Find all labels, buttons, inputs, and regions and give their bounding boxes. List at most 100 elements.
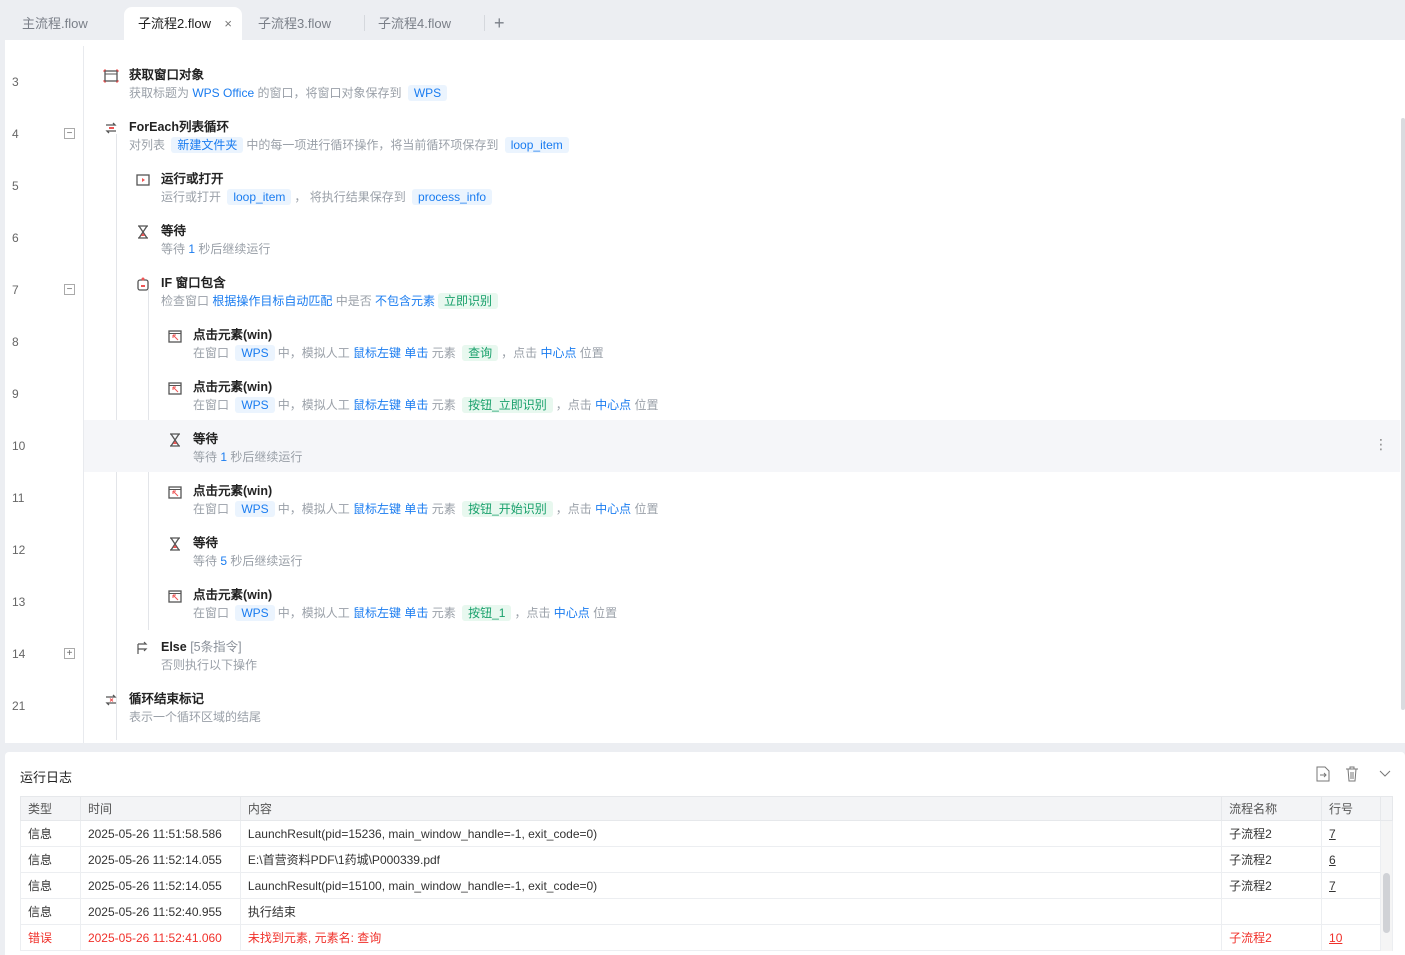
desc-text: ，点击 <box>555 502 596 516</box>
desc-text: 中是否 <box>332 294 376 308</box>
log-content: 执行结束 <box>239 898 1223 925</box>
log-row[interactable]: 信息 2025-05-26 11:51:58.586 LaunchResult(pi… <box>20 820 1394 847</box>
collapse-button[interactable]: − <box>64 284 75 295</box>
desc-text: 秒后继续运行 <box>227 554 303 568</box>
param-tag[interactable]: WPS <box>235 345 275 361</box>
log-time: 2025-05-26 11:52:14.055 <box>79 872 241 899</box>
flow-step[interactable]: 等待 等待 1 秒后继续运行 <box>84 212 1400 264</box>
collapse-button[interactable]: − <box>64 128 75 139</box>
desc-text: 中的每一项进行循环操作，将当前循环项保存到 <box>246 138 502 152</box>
param-link[interactable]: 单击 <box>404 606 428 620</box>
tab-bar: 主流程.flow 子流程2.flow × 子流程3.flow 子流程4.flow … <box>0 0 1405 40</box>
loop-end-icon <box>103 692 119 708</box>
desc-text: ， 将执行结果保存到 <box>294 190 410 204</box>
param-link[interactable]: 中心点 <box>595 502 631 516</box>
param-tag[interactable]: process_info <box>412 189 493 205</box>
line-number: 11 <box>12 491 25 505</box>
param-tag[interactable]: WPS <box>235 397 275 413</box>
expand-button[interactable]: + <box>64 648 75 659</box>
add-tab-button[interactable]: + <box>486 7 516 40</box>
param-tag[interactable]: loop_item <box>504 137 569 153</box>
param-link[interactable]: 单击 <box>404 346 428 360</box>
param-tag[interactable]: WPS <box>235 605 275 621</box>
flow-step[interactable]: Else [5条指令] 否则执行以下操作 <box>84 628 1400 680</box>
run-log-panel: 运行日志 类型 时间 内容 流程名称 行号 信息 2025-05-26 11:51… <box>5 752 1405 955</box>
flow-step[interactable]: 循环结束标记 表示一个循环区域的结尾 <box>84 680 1400 732</box>
flow-step[interactable]: 运行或打开 运行或打开 loop_item， 将执行结果保存到 process_i… <box>84 160 1400 212</box>
log-row[interactable]: 信息 2025-05-26 11:52:14.055 LaunchResult(pi… <box>20 872 1394 899</box>
flow-step[interactable]: IF 窗口包含 检查窗口 根据操作目标自动匹配 中是否 不包含元素 立即识别 <box>84 264 1400 316</box>
log-time: 2025-05-26 11:52:41.060 <box>79 924 241 951</box>
step-title: 点击元素(win) <box>193 588 273 602</box>
run-icon <box>135 172 151 188</box>
param-tagg[interactable]: 按钮_开始识别 <box>462 501 553 517</box>
param-link[interactable]: 根据操作目标自动匹配 <box>212 294 332 308</box>
step-title: 等待 <box>193 536 219 550</box>
log-type: 信息 <box>20 898 81 925</box>
flow-step[interactable]: 点击元素(win) 在窗口 WPS 中，模拟人工 鼠标左键 单击 元素 查询 ，点击 … <box>84 316 1400 368</box>
param-tagg[interactable]: 按钮_1 <box>462 605 512 621</box>
trash-icon[interactable] <box>1345 766 1359 785</box>
log-row[interactable]: 信息 2025-05-26 11:52:14.055 E:\首营资料PDF\1药城\… <box>20 846 1394 873</box>
param-link[interactable]: WPS Office <box>192 86 254 100</box>
log-content: LaunchResult(pid=15236, main_window_hand… <box>239 820 1223 847</box>
param-tagg[interactable]: 立即识别 <box>438 293 499 309</box>
param-tag[interactable]: WPS <box>407 85 448 101</box>
param-tag[interactable]: loop_item <box>227 189 292 205</box>
log-line-link[interactable] <box>1321 898 1381 925</box>
hourglass-icon <box>135 224 151 240</box>
editor-scrollbar[interactable] <box>1401 118 1405 710</box>
log-scrollbar[interactable] <box>1381 821 1392 951</box>
export-icon[interactable] <box>1316 766 1330 785</box>
line-number: 7 <box>12 283 19 297</box>
more-icon[interactable]: ⋮ <box>1374 436 1388 453</box>
flow-step[interactable]: ForEach列表循环 对列表 新建文件夹 中的每一项进行循环操作，将当前循环项保存… <box>84 108 1400 160</box>
step-description: 在窗口 WPS 中，模拟人工 鼠标左键 单击 元素 按钮_1 ，点击 中心点 位置 <box>193 604 617 621</box>
tab-subflow4[interactable]: 子流程4.flow <box>364 7 482 40</box>
param-link[interactable]: 单击 <box>404 502 428 516</box>
log-type: 信息 <box>20 820 81 847</box>
param-tagg[interactable]: 按钮_立即识别 <box>462 397 553 413</box>
log-row[interactable]: 错误 2025-05-26 11:52:41.060 未找到元素, 元素名: 查询子… <box>20 924 1394 951</box>
chevron-down-icon[interactable] <box>1378 766 1392 783</box>
tab-divider <box>484 15 485 31</box>
param-link[interactable]: 单击 <box>404 398 428 412</box>
flow-step[interactable]: 等待 等待 1 秒后继续运行 ⋮ <box>84 420 1400 472</box>
step-title: 点击元素(win) <box>193 484 273 498</box>
line-number: 8 <box>12 335 19 349</box>
param-link[interactable]: 中心点 <box>554 606 590 620</box>
flow-step[interactable]: 获取窗口对象 获取标题为 WPS Office 的窗口，将窗口对象保存到 WPS <box>84 56 1400 108</box>
log-row[interactable]: 信息 2025-05-26 11:52:40.955 执行结束 <box>20 898 1394 925</box>
flow-step[interactable]: 点击元素(win) 在窗口 WPS 中，模拟人工 鼠标左键 单击 元素 按钮_立即识… <box>84 368 1400 420</box>
param-link[interactable]: 中心点 <box>595 398 631 412</box>
step-description: 在窗口 WPS 中，模拟人工 鼠标左键 单击 元素 按钮_开始识别 ，点击 中心点 … <box>193 500 658 517</box>
param-link[interactable]: 中心点 <box>540 346 576 360</box>
tab-main-flow[interactable]: 主流程.flow <box>2 7 120 40</box>
log-scroll-thumb[interactable] <box>1383 873 1390 933</box>
param-tagg[interactable]: 查询 <box>462 345 499 361</box>
param-link[interactable]: 鼠标左键 <box>353 502 401 516</box>
log-line-link[interactable]: 6 <box>1321 846 1381 873</box>
if-window-icon <box>135 276 151 292</box>
param-link[interactable]: 不包含元素 <box>375 294 435 308</box>
tab-subflow2[interactable]: 子流程2.flow × <box>124 7 242 40</box>
desc-text: 元素 <box>428 398 460 412</box>
hourglass-icon <box>167 536 183 552</box>
log-line-link[interactable]: 7 <box>1321 872 1381 899</box>
close-icon[interactable]: × <box>224 7 232 40</box>
step-description: 等待 1 秒后继续运行 <box>161 240 270 257</box>
param-tag[interactable]: WPS <box>235 501 275 517</box>
tab-subflow3[interactable]: 子流程3.flow <box>244 7 362 40</box>
else-branch-icon <box>135 640 151 656</box>
flow-step[interactable]: 等待 等待 5 秒后继续运行 <box>84 524 1400 576</box>
log-content: LaunchResult(pid=15100, main_window_hand… <box>239 872 1223 899</box>
log-line-link[interactable]: 10 <box>1321 924 1381 951</box>
param-tag[interactable]: 新建文件夹 <box>171 137 244 153</box>
flow-step[interactable]: 点击元素(win) 在窗口 WPS 中，模拟人工 鼠标左键 单击 元素 按钮_1 ，点… <box>84 576 1400 628</box>
param-link[interactable]: 鼠标左键 <box>353 606 401 620</box>
col-flow: 流程名称 <box>1221 796 1323 821</box>
param-link[interactable]: 鼠标左键 <box>353 398 401 412</box>
param-link[interactable]: 鼠标左键 <box>353 346 401 360</box>
log-line-link[interactable]: 7 <box>1321 820 1381 847</box>
flow-step[interactable]: 点击元素(win) 在窗口 WPS 中，模拟人工 鼠标左键 单击 元素 按钮_开始识… <box>84 472 1400 524</box>
